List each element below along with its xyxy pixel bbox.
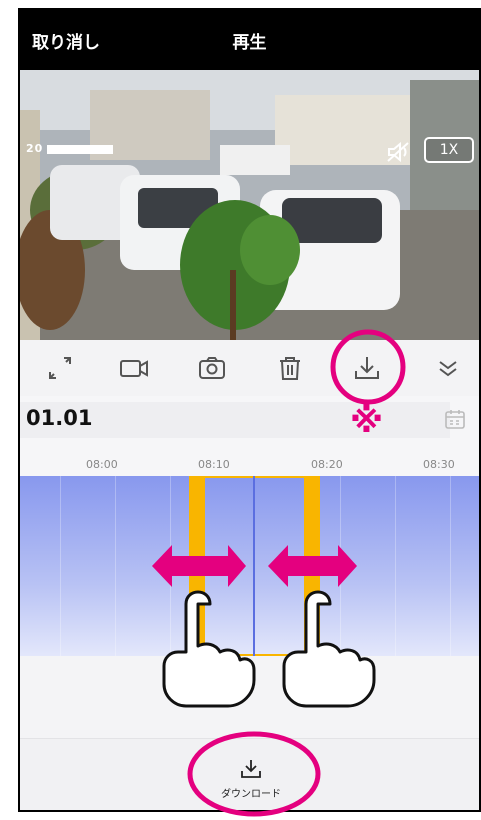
- tick-label: 08:20: [311, 458, 343, 471]
- track-gridline: [60, 476, 61, 656]
- download-label: ダウンロード: [221, 789, 281, 800]
- timestamp-overlay: 20: [26, 142, 114, 155]
- track-gridline: [340, 476, 341, 656]
- selection-start-handle[interactable]: II: [189, 476, 205, 656]
- note-mark: ※: [350, 401, 384, 441]
- calendar-icon[interactable]: [444, 408, 466, 430]
- track-gridline: [170, 476, 171, 656]
- camera-frame: [20, 70, 479, 340]
- selection-end-handle[interactable]: II: [304, 476, 320, 656]
- collapse-icon[interactable]: [432, 352, 464, 384]
- date-text: 01.01: [26, 406, 93, 430]
- tick-label: 08:30: [423, 458, 455, 471]
- download-button[interactable]: ダウンロード: [206, 751, 296, 807]
- handle-grip: II: [309, 560, 315, 571]
- track-gridline: [450, 476, 451, 656]
- snapshot-icon[interactable]: [196, 352, 228, 384]
- bottom-bar: ダウンロード: [20, 738, 479, 810]
- action-toolbar: [20, 340, 479, 396]
- download-icon: [241, 760, 261, 778]
- video-player[interactable]: 20 1X: [20, 70, 479, 340]
- handle-grip: II: [194, 560, 200, 571]
- record-video-icon[interactable]: [118, 352, 150, 384]
- cancel-button[interactable]: 取り消し: [32, 28, 100, 53]
- timeline-lower-area: [20, 656, 479, 738]
- delete-icon[interactable]: [274, 352, 306, 384]
- download-icon[interactable]: [351, 352, 383, 384]
- track-gridline: [115, 476, 116, 656]
- header-bar: 再生 取り消し: [20, 10, 479, 70]
- track-gridline: [395, 476, 396, 656]
- date-row: 01.01 ※: [20, 396, 479, 450]
- app-screen: 再生 取り消し 20 1X 01.01 ※ 08:00 08:10 08:20 …: [20, 10, 479, 810]
- tick-label: 08:00: [86, 458, 118, 471]
- fullscreen-icon[interactable]: [44, 352, 76, 384]
- playhead[interactable]: [253, 476, 255, 656]
- tick-label: 08:10: [198, 458, 230, 471]
- playback-speed-button[interactable]: 1X: [424, 137, 474, 163]
- mute-icon[interactable]: [386, 141, 412, 163]
